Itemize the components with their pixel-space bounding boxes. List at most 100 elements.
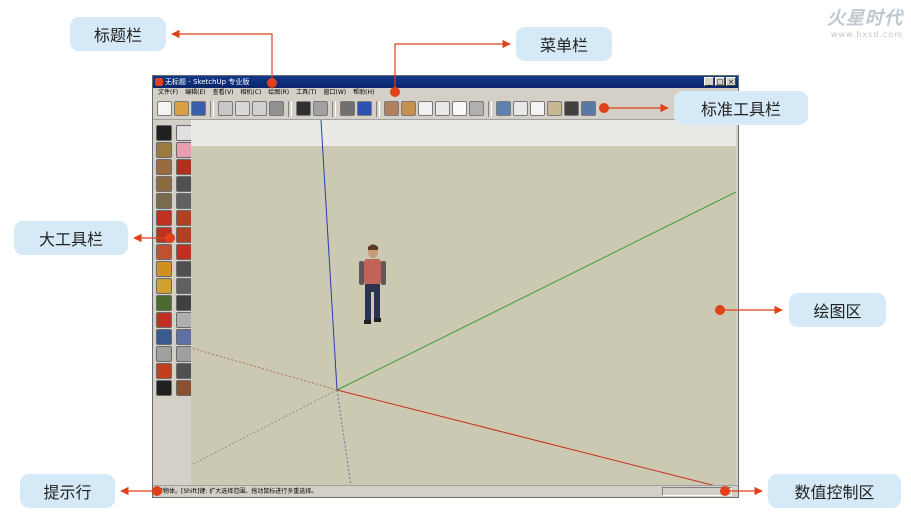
monochrome-style-icon[interactable] [581,101,596,116]
previous-view-icon[interactable] [156,346,172,362]
menu-camera[interactable]: 相机(C) [240,88,261,98]
iso-view-icon[interactable] [384,101,399,116]
blue-axis [320,120,338,391]
wireframe-style-icon[interactable] [513,101,528,116]
window-title: 无标题 - SketchUp 专业版 [165,78,250,86]
paint-bucket-icon[interactable] [156,142,172,158]
drawing-area[interactable] [191,120,736,486]
callout-large-toolbar: 大工具栏 [14,221,128,255]
close-button[interactable]: × [726,77,736,86]
back-view-icon[interactable] [452,101,467,116]
left-view-icon[interactable] [469,101,484,116]
erase-icon[interactable] [269,101,284,116]
textured-style-icon[interactable] [564,101,579,116]
eraser-icon[interactable] [176,142,192,158]
3d-text-icon[interactable] [176,295,192,311]
save-icon[interactable] [191,101,206,116]
standard-toolbar [153,98,738,120]
menu-tools[interactable]: 工具(T) [296,88,316,98]
standard-toolbar-dot [599,103,609,113]
axes-icon[interactable] [156,295,172,311]
zoom-window-icon[interactable] [176,329,192,345]
prompt-text: 择物体。[Shift]键: 扩大选择范围。拖动鼠标进行多重选择。 [157,488,318,495]
menu-bar: 文件(F) 编辑(E) 查看(V) 相机(C) 绘图(R) 工具(T) 窗口(W… [153,88,738,98]
open-icon[interactable] [174,101,189,116]
circle-icon[interactable] [156,176,172,192]
cut-icon[interactable] [218,101,233,116]
undo-icon[interactable] [296,101,311,116]
window-controls: _ □ × [704,77,736,86]
next-view-icon[interactable] [176,346,192,362]
redo-icon[interactable] [313,101,328,116]
callout-title-bar: 标题栏 [70,17,166,51]
toolbar-separator [210,100,214,117]
toolbar-separator [488,100,492,117]
blue-axis-negative [336,389,352,486]
tape-measure-icon[interactable] [156,261,172,277]
select-icon[interactable] [156,125,172,141]
vcb-dot [720,486,730,496]
maximize-button[interactable]: □ [715,77,725,86]
polygon-icon[interactable] [156,193,172,209]
offset-icon[interactable] [176,244,192,260]
menu-view[interactable]: 查看(V) [213,88,234,98]
green-axis-negative [191,389,338,466]
watermark-subtitle: www.hxsd.com [830,30,903,39]
toolbar-separator [332,100,336,117]
model-info-icon[interactable] [357,101,372,116]
minimize-button[interactable]: _ [704,77,714,86]
print-icon[interactable] [340,101,355,116]
walk-icon[interactable] [156,380,172,396]
arc-icon[interactable] [176,176,192,192]
title-bar: 无标题 - SketchUp 专业版 _ □ × [153,76,738,88]
menu-draw[interactable]: 绘图(R) [268,88,289,98]
new-icon[interactable] [157,101,172,116]
follow-me-icon[interactable] [176,227,192,243]
watermark-logo: 火星时代 www.hxsd.com [827,4,903,39]
red-axis-negative [191,347,338,391]
position-camera-icon[interactable] [156,363,172,379]
green-axis [336,191,736,391]
make-component-icon[interactable] [176,125,192,141]
hidden-line-style-icon[interactable] [530,101,545,116]
menu-edit[interactable]: 编辑(E) [185,88,205,98]
section-plane-icon[interactable] [176,380,192,396]
zoom-icon[interactable] [156,329,172,345]
red-axis [336,389,717,486]
shaded-style-icon[interactable] [547,101,562,116]
xray-style-icon[interactable] [496,101,511,116]
copy-icon[interactable] [235,101,250,116]
menu-help[interactable]: 帮助(H) [353,88,374,98]
move-icon[interactable] [156,210,172,226]
rectangle-icon[interactable] [156,159,172,175]
top-view-icon[interactable] [401,101,416,116]
watermark-title: 火星时代 [827,8,903,29]
menu-window[interactable]: 窗口(W) [324,88,347,98]
menu-bar-dot [390,87,400,97]
scale-icon[interactable] [156,244,172,260]
toolbar-separator [288,100,292,117]
right-view-icon[interactable] [435,101,450,116]
push-pull-icon[interactable] [176,210,192,226]
callout-menu-bar: 菜单栏 [516,27,612,61]
callout-drawing-area: 绘图区 [789,293,886,327]
callout-standard-toolbar: 标准工具栏 [674,91,808,125]
sketchup-window: 无标题 - SketchUp 专业版 _ □ × 文件(F) 编辑(E) 查看(… [152,75,739,498]
toolbar-separator [376,100,380,117]
pan-icon[interactable] [176,312,192,328]
front-view-icon[interactable] [418,101,433,116]
person-figure [359,244,386,324]
status-bar: 择物体。[Shift]键: 扩大选择范围。拖动鼠标进行多重选择。 [153,485,738,497]
text-icon[interactable] [176,278,192,294]
title-bar-dot [267,78,277,88]
protractor-icon[interactable] [156,278,172,294]
paste-icon[interactable] [252,101,267,116]
line-icon[interactable] [176,159,192,175]
callout-prompt-line: 提示行 [20,474,115,508]
orbit-icon[interactable] [156,312,172,328]
menu-file[interactable]: 文件(F) [158,88,178,98]
freehand-icon[interactable] [176,193,192,209]
dimension-icon[interactable] [176,261,192,277]
large-toolbar-dot [165,233,175,243]
look-around-icon[interactable] [176,363,192,379]
